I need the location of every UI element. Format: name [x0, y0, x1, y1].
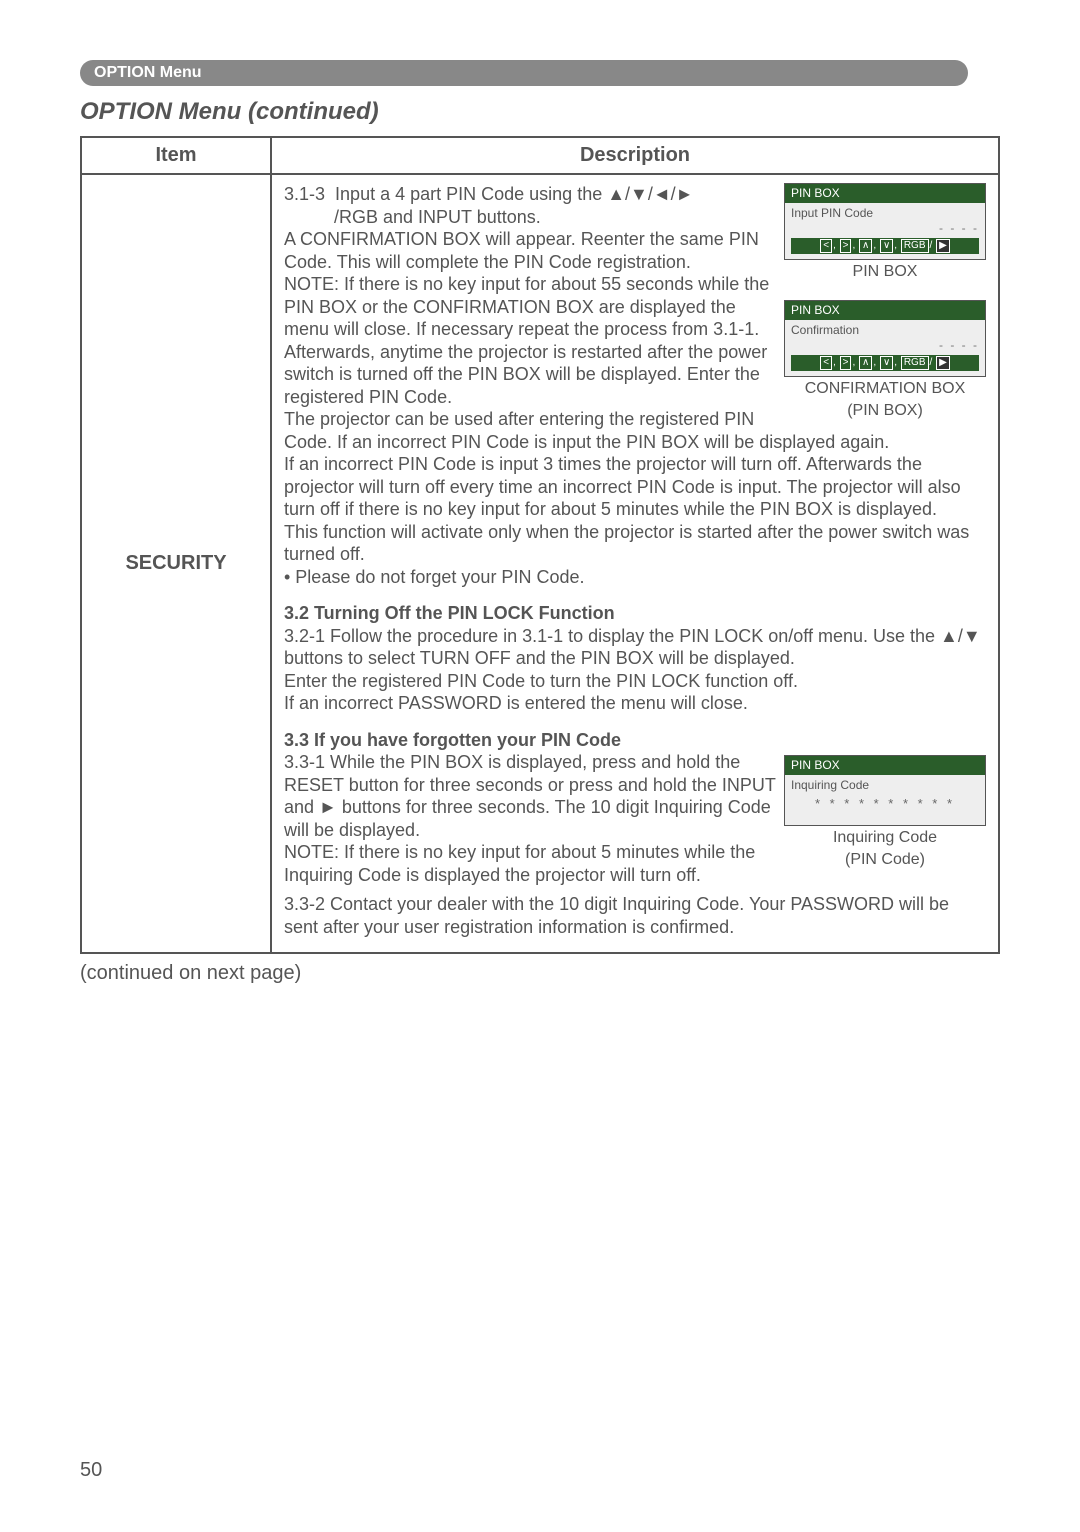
th-desc: Description [271, 137, 999, 174]
key-down-icon: ∨ [880, 239, 893, 253]
key-rgb: RGB [901, 356, 929, 370]
pinbox-input-label: Input PIN Code [791, 206, 979, 221]
item-security: SECURITY [81, 174, 271, 953]
p313-bullet: • Please do not forget your PIN Code. [284, 566, 986, 589]
p32b: If an incorrect PASSWORD is entered the … [284, 692, 986, 715]
pinbox-inquiring-stars: * * * * * * * * * * [791, 793, 979, 820]
page-number: 50 [80, 1459, 102, 1482]
pinbox-inquiring-label: Inquiring Code [791, 778, 979, 793]
pinbox-confirm-label: Confirmation [791, 323, 979, 338]
option-table: Item Description SECURITY PIN BOX Input … [80, 136, 1000, 954]
continued-note: (continued on next page) [80, 962, 1000, 985]
menu-badge-label: OPTION Menu [94, 64, 202, 81]
pinbox-confirm-caption2: (PIN BOX) [784, 401, 986, 421]
key-rgb: RGB [901, 239, 929, 253]
key-left-icon: < [820, 356, 832, 370]
pinbox-input-group: PIN BOX Input PIN Code - - - - <, >, ∧, … [784, 183, 986, 421]
key-up-icon: ∧ [859, 239, 872, 253]
pinbox-inquiring: PIN BOX Inquiring Code * * * * * * * * *… [784, 755, 986, 826]
th-item: Item [81, 137, 271, 174]
pinbox-inquiring-group: PIN BOX Inquiring Code * * * * * * * * *… [784, 755, 986, 870]
p321: 3.2-1 Follow the procedure in 3.1-1 to d… [284, 625, 986, 670]
desc-security: PIN BOX Input PIN Code - - - - <, >, ∧, … [271, 174, 999, 953]
pinbox-confirm-dashes: - - - - [791, 338, 979, 353]
pinbox-confirm-title: PIN BOX [785, 301, 985, 320]
pinbox-input-dashes: - - - - [791, 221, 979, 236]
key-right-icon: > [840, 239, 852, 253]
pinbox-title: PIN BOX [785, 184, 985, 203]
section-title: OPTION Menu (continued) [80, 98, 1000, 126]
pinbox-input-caption: PIN BOX [784, 262, 986, 282]
pinbox-input: PIN BOX Input PIN Code - - - - <, >, ∧, … [784, 183, 986, 260]
pinbox-input-keys: <, >, ∧, ∨, RGB/ ▶ [791, 238, 979, 254]
key-up-icon: ∧ [859, 356, 872, 370]
key-play-icon: ▶ [936, 356, 950, 370]
pinbox-confirm-caption1: CONFIRMATION BOX [784, 379, 986, 399]
menu-badge: OPTION Menu [80, 60, 968, 86]
p32a: Enter the registered PIN Code to turn th… [284, 670, 986, 693]
pinbox-confirm: PIN BOX Confirmation - - - - <, >, ∧, ∨,… [784, 300, 986, 377]
pinbox-inquiring-caption2: (PIN Code) [784, 850, 986, 870]
p313-f: If an incorrect PIN Code is input 3 time… [284, 453, 986, 521]
pinbox-inquiring-caption1: Inquiring Code [784, 828, 986, 848]
pinbox-confirm-keys: <, >, ∧, ∨, RGB/ ▶ [791, 355, 979, 371]
h33: 3.3 If you have forgotten your PIN Code [284, 729, 986, 752]
key-play-icon: ▶ [936, 239, 950, 253]
pinbox-inquiring-title: PIN BOX [785, 756, 985, 775]
h32: 3.2 Turning Off the PIN LOCK Function [284, 602, 986, 625]
key-left-icon: < [820, 239, 832, 253]
p313-g: This function will activate only when th… [284, 521, 986, 566]
key-right-icon: > [840, 356, 852, 370]
p332: 3.3-2 Contact your dealer with the 10 di… [284, 893, 986, 938]
key-down-icon: ∨ [880, 356, 893, 370]
